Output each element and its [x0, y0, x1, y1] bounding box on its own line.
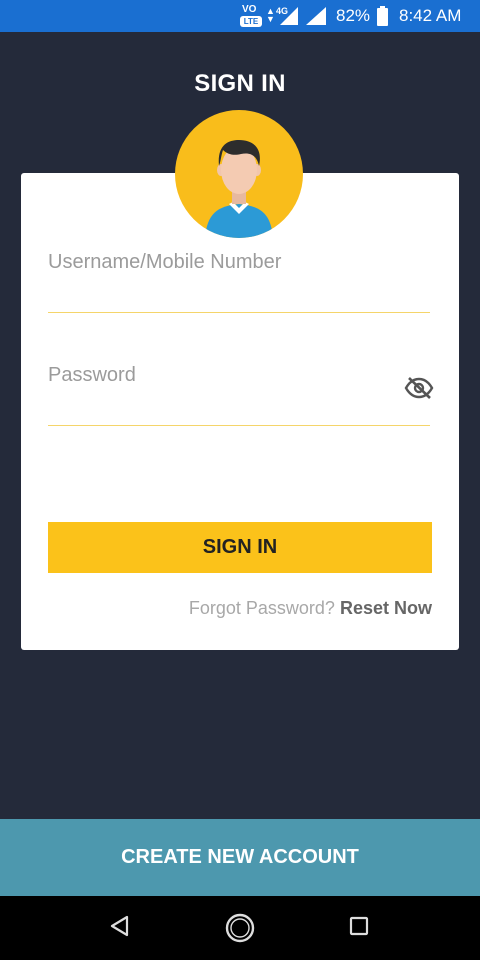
lte-label: LTE: [240, 16, 262, 27]
status-bar: VO LTE ▲ ▼ 4G 82% 8:42 AM: [0, 0, 480, 32]
battery-percent: 82%: [336, 6, 371, 25]
volte-icon: VO LTE: [240, 4, 264, 28]
data-arrows-icon: ▲ ▼: [266, 6, 275, 24]
password-underline: [48, 425, 430, 426]
forgot-password-text: Forgot Password?: [188, 598, 335, 618]
reset-now-link[interactable]: Reset Now: [340, 598, 432, 618]
clock: 8:42 AM: [399, 6, 462, 25]
eye-off-icon[interactable]: [404, 376, 434, 400]
page-title: SIGN IN: [194, 70, 286, 97]
create-account-button[interactable]: CREATE NEW ACCOUNT: [0, 819, 480, 896]
back-triangle-icon[interactable]: [108, 914, 132, 938]
username-label: Username/Mobile Number: [48, 251, 282, 273]
signin-button[interactable]: SIGN IN: [48, 522, 432, 573]
username-input[interactable]: [48, 282, 388, 310]
network-type-label: 4G: [276, 6, 289, 16]
password-input[interactable]: [48, 395, 388, 423]
password-label: Password: [48, 364, 136, 386]
username-underline: [48, 312, 430, 313]
navigation-bar: [0, 896, 480, 960]
forgot-password-row: Forgot Password? Reset Now: [48, 598, 432, 619]
home-circle-icon[interactable]: [224, 912, 256, 944]
signal-icon: [306, 7, 326, 25]
mobile-data-icon: ▲ ▼ 4G: [266, 5, 300, 25]
battery-icon: [377, 6, 388, 26]
volte-label: VO: [242, 4, 257, 15]
user-avatar-icon: [175, 110, 303, 238]
recents-square-icon[interactable]: [349, 916, 371, 938]
